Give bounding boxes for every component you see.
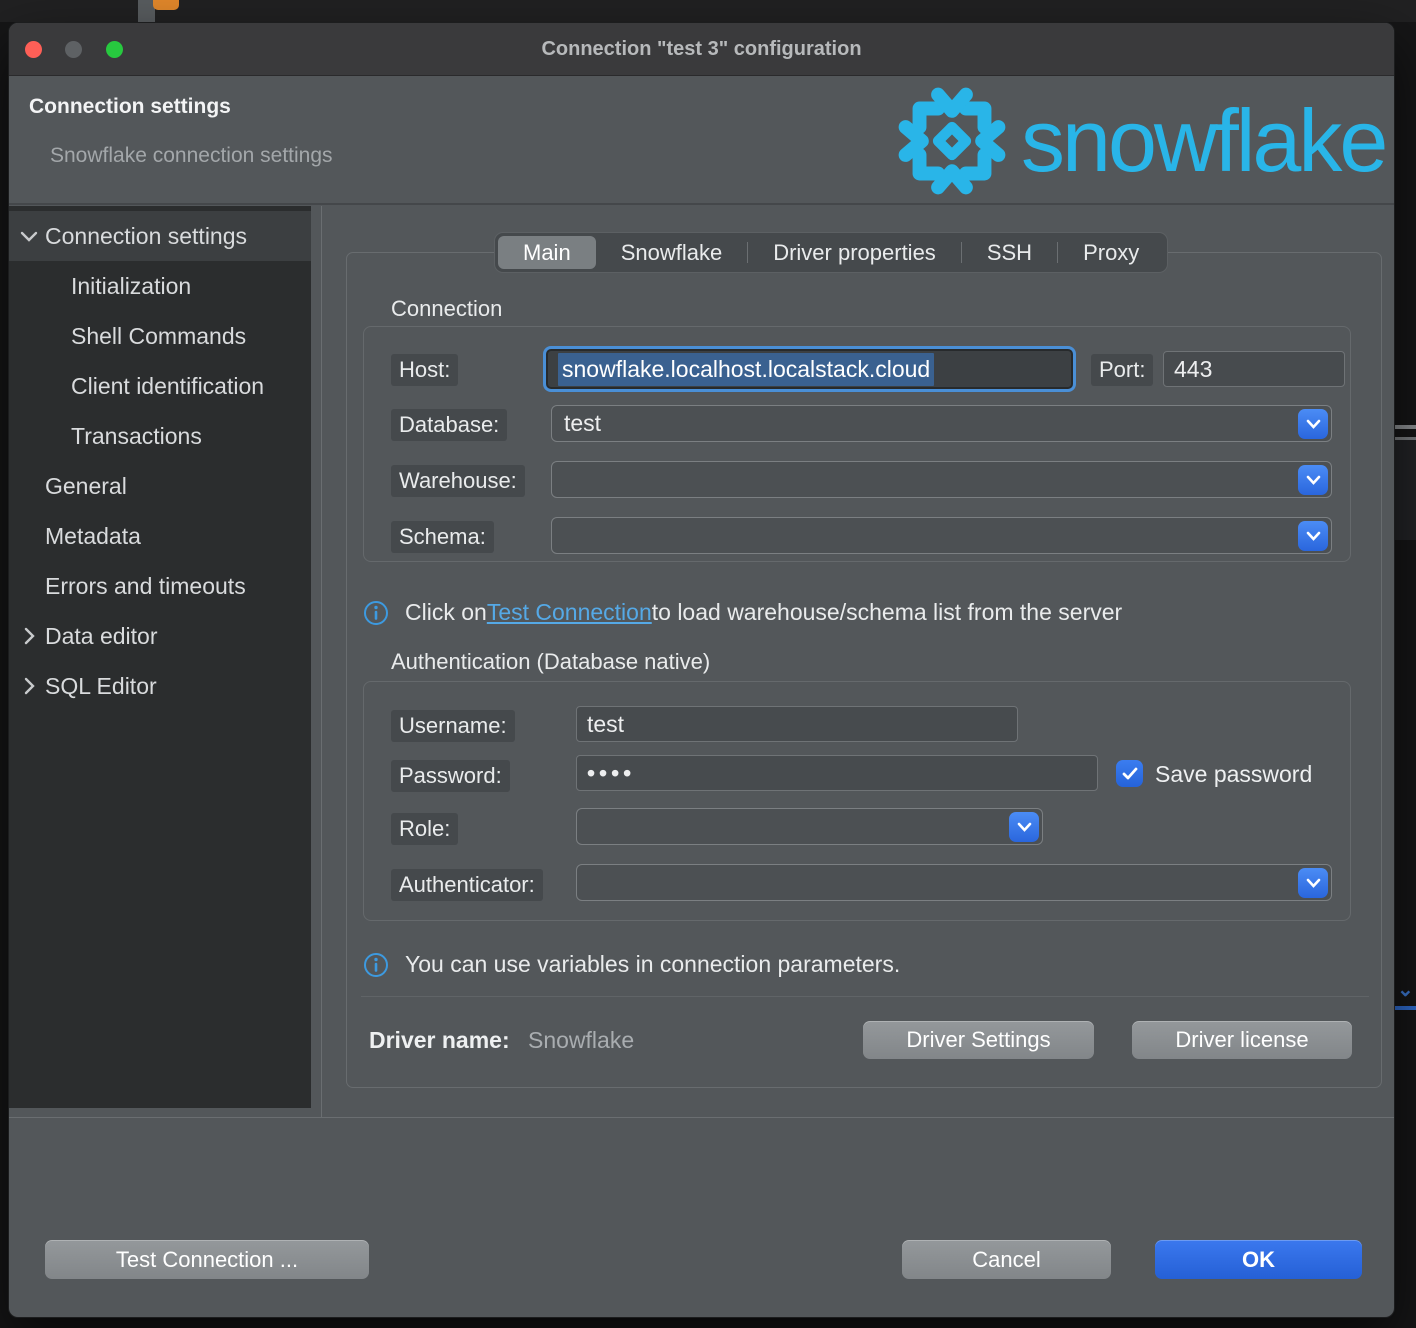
sidebar-item-label: Connection settings [45, 223, 247, 250]
footer-divider [9, 1117, 1394, 1118]
test-connection-link[interactable]: Test Connection [487, 599, 652, 626]
driver-divider [361, 996, 1369, 997]
sidebar-item-label: Initialization [71, 273, 191, 300]
sidebar-item-client-identification[interactable]: Client identification [9, 361, 311, 411]
hint-text-prefix: Click on [405, 599, 487, 626]
test-connection-hint: Click on Test Connection to load warehou… [363, 599, 1122, 626]
password-value: •••• [587, 760, 635, 787]
driver-settings-button[interactable]: Driver Settings [863, 1021, 1094, 1059]
role-label: Role: [391, 813, 458, 845]
sidebar-item-transactions[interactable]: Transactions [9, 411, 311, 461]
role-combo[interactable] [576, 808, 1043, 845]
port-input[interactable]: 443 [1163, 351, 1345, 387]
username-label: Username: [391, 710, 515, 742]
authentication-group-label: Authentication (Database native) [391, 649, 710, 675]
screen: ⌄ Connection "test 3" configuration Conn… [0, 0, 1416, 1328]
background-line [1395, 425, 1416, 429]
database-label: Database: [391, 409, 507, 441]
page-title: Connection settings [29, 95, 231, 119]
background-app-strip: ⌄ [1395, 22, 1416, 1328]
sidebar-item-label: Client identification [71, 373, 264, 400]
authenticator-label: Authenticator: [391, 869, 543, 901]
chevron-right-icon[interactable] [17, 624, 41, 648]
host-input[interactable]: snowflake.localhost.localstack.cloud [546, 349, 1073, 389]
warehouse-label: Warehouse: [391, 465, 525, 497]
titlebar[interactable]: Connection "test 3" configuration [9, 23, 1394, 76]
snowflake-wordmark: snowflake [1021, 97, 1385, 185]
sidebar-item-label: SQL Editor [45, 673, 157, 700]
password-label: Password: [391, 760, 510, 792]
sidebar-item-label: Data editor [45, 623, 158, 650]
chevron-down-icon[interactable] [1009, 812, 1039, 842]
ok-button[interactable]: OK [1155, 1240, 1362, 1279]
chevron-down-icon[interactable] [1298, 868, 1328, 898]
port-value: 443 [1174, 356, 1212, 383]
sidebar-item-sql-editor[interactable]: SQL Editor [9, 661, 311, 711]
driver-name-label: Driver name: [369, 1027, 510, 1054]
background-app-topbar [0, 0, 1416, 22]
hint-text-suffix: to load warehouse/schema list from the s… [652, 599, 1122, 626]
info-icon [363, 600, 389, 626]
warehouse-combo[interactable] [551, 461, 1332, 498]
sidebar-item-errors-and-timeouts[interactable]: Errors and timeouts [9, 561, 311, 611]
sidebar-divider [321, 206, 322, 1117]
database-value: test [564, 410, 601, 437]
test-connection-button[interactable]: Test Connection ... [45, 1240, 369, 1279]
variables-hint: You can use variables in connection para… [363, 951, 900, 978]
chevron-down-icon[interactable] [1298, 521, 1328, 551]
sidebar-item-label: General [45, 473, 127, 500]
sidebar-item-label: Metadata [45, 523, 141, 550]
sidebar-item-general[interactable]: General [9, 461, 311, 511]
sidebar-item-connection-settings[interactable]: Connection settings [9, 211, 311, 261]
chevron-right-icon[interactable] [17, 674, 41, 698]
sidebar-item-label: Transactions [71, 423, 202, 450]
connection-group-label: Connection [391, 296, 502, 322]
database-combo[interactable]: test [551, 405, 1332, 442]
chevron-down-icon[interactable] [17, 224, 41, 248]
chevron-down-icon[interactable] [1298, 409, 1328, 439]
sidebar-item-shell-commands[interactable]: Shell Commands [9, 311, 311, 361]
info-icon [363, 952, 389, 978]
driver-license-button[interactable]: Driver license [1132, 1021, 1352, 1059]
hint-text: You can use variables in connection para… [405, 951, 900, 978]
snowflake-logo: snowflake [893, 83, 1385, 199]
sidebar-item-label: Errors and timeouts [45, 573, 246, 600]
tab-driver-properties[interactable]: Driver properties [748, 236, 961, 269]
background-panel [1395, 440, 1416, 540]
save-password-checkbox[interactable] [1116, 760, 1143, 787]
settings-tree: Connection settings Initialization Shell… [9, 206, 311, 1108]
driver-name-value: Snowflake [528, 1027, 634, 1054]
port-label: Port: [1091, 354, 1153, 386]
background-accent-line [1395, 1006, 1416, 1010]
sidebar-item-initialization[interactable]: Initialization [9, 261, 311, 311]
sidebar-item-data-editor[interactable]: Data editor [9, 611, 311, 661]
host-value: snowflake.localhost.localstack.cloud [558, 353, 934, 386]
background-app-icon [153, 0, 179, 10]
tab-bar: Main Snowflake Driver properties SSH Pro… [494, 232, 1168, 273]
save-password-label[interactable]: Save password [1155, 761, 1312, 788]
username-value: test [587, 711, 624, 738]
cancel-button[interactable]: Cancel [902, 1240, 1111, 1279]
schema-label: Schema: [391, 521, 494, 553]
check-icon [1122, 767, 1138, 780]
window-title: Connection "test 3" configuration [9, 23, 1394, 76]
authenticator-combo[interactable] [576, 864, 1332, 901]
page-subtitle: Snowflake connection settings [50, 144, 333, 168]
host-label: Host: [391, 354, 458, 386]
tab-main[interactable]: Main [498, 236, 596, 269]
background-chevron-icon: ⌄ [1397, 977, 1414, 1002]
schema-combo[interactable] [551, 517, 1332, 554]
tab-ssh[interactable]: SSH [962, 236, 1057, 269]
sidebar-item-label: Shell Commands [71, 323, 246, 350]
tab-proxy[interactable]: Proxy [1058, 236, 1164, 269]
header-divider [9, 203, 1394, 205]
tab-snowflake[interactable]: Snowflake [596, 236, 748, 269]
username-input[interactable]: test [576, 706, 1018, 742]
snowflake-icon [893, 83, 1011, 199]
chevron-down-icon[interactable] [1298, 465, 1328, 495]
sidebar-item-metadata[interactable]: Metadata [9, 511, 311, 561]
password-input[interactable]: •••• [576, 755, 1098, 791]
connection-configuration-dialog: Connection "test 3" configuration Connec… [8, 22, 1395, 1318]
